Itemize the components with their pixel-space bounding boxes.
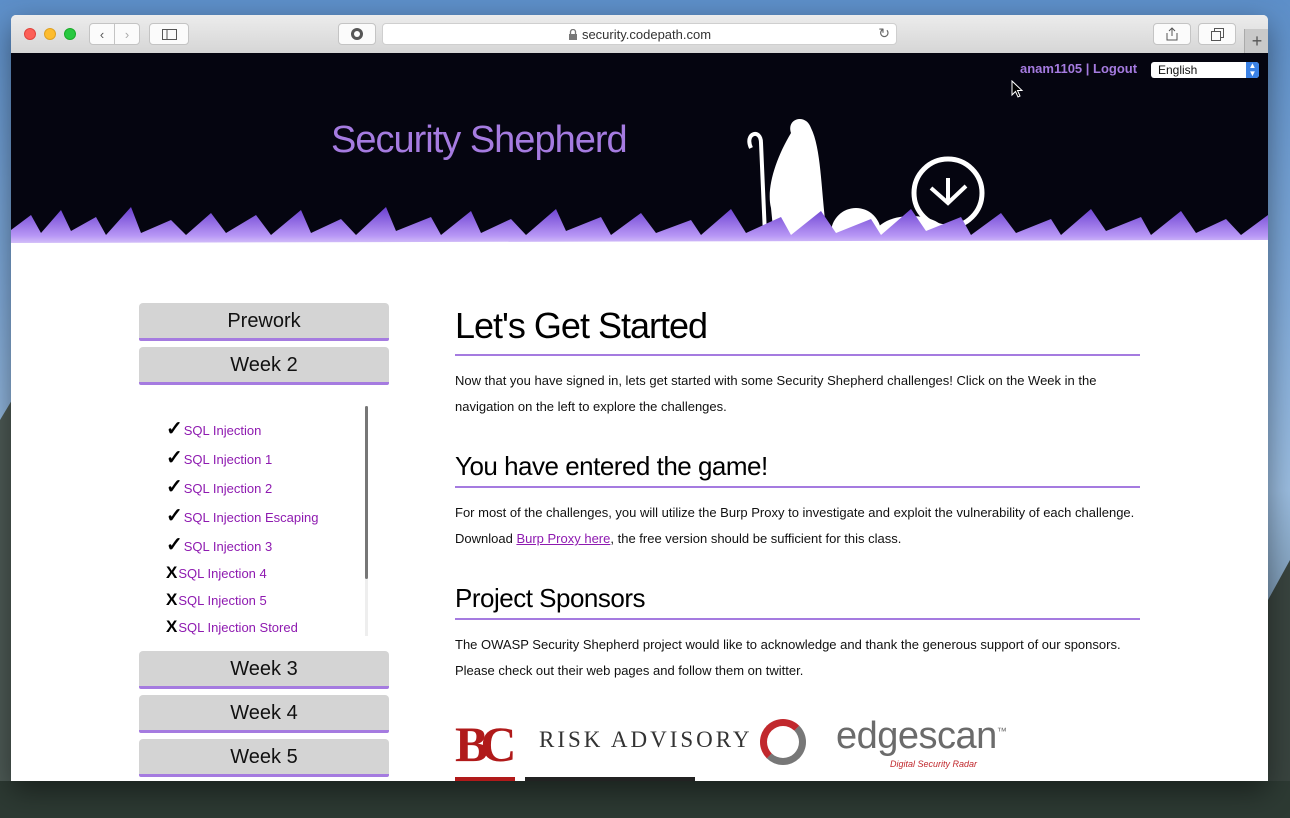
chevron-right-icon: › (124, 26, 130, 42)
sponsors-heading: Project Sponsors (455, 583, 645, 613)
challenge-label: SQL Injection 1 (183, 452, 273, 467)
sidebar-icon (161, 28, 177, 40)
logout-link[interactable]: Logout (1093, 61, 1137, 76)
challenge-link[interactable]: ✓SQL Injection 1 (166, 445, 272, 470)
url-text: security.codepath.com (581, 26, 712, 42)
nav-week3-button[interactable]: Week 3 (139, 651, 389, 689)
user-links: anam1105 | Logout (1020, 61, 1137, 76)
burp-proxy-link[interactable]: Burp Proxy here (516, 531, 610, 546)
page-title: Let's Get Started (455, 305, 708, 346)
challenge-label: SQL Injection 3 (183, 539, 273, 554)
close-window-button[interactable] (24, 28, 36, 40)
sponsors-divider (455, 618, 1140, 620)
nav-week4-button[interactable]: Week 4 (139, 695, 389, 733)
risk-advisory-logo[interactable]: RISK ADVISORY (539, 727, 752, 753)
user-links-separator: | (1082, 61, 1094, 76)
zoom-window-button[interactable] (64, 28, 76, 40)
challenge-label: SQL Injection 2 (183, 481, 273, 496)
share-icon (1166, 27, 1178, 41)
week2-challenge-list: ✓SQL Injection ✓SQL Injection 1 ✓SQL Injec… (166, 405, 366, 637)
nav-week5-button[interactable]: Week 5 (139, 739, 389, 777)
edgescan-trademark: ™ (996, 726, 1007, 738)
forward-button[interactable]: › (114, 23, 140, 45)
tabs-overview-button[interactable] (1198, 23, 1236, 45)
partial-sponsor-logo[interactable] (455, 777, 695, 781)
challenge-label: SQL Injection 4 (178, 566, 267, 581)
challenge-link[interactable]: ✓SQL Injection 3 (166, 532, 272, 557)
checkmark-icon: ✓ (166, 505, 183, 527)
title-divider (455, 354, 1140, 356)
challenge-label: SQL Injection Escaping (183, 510, 319, 525)
new-tab-button[interactable]: + (1244, 29, 1268, 53)
site-title: Security Shepherd (331, 119, 628, 161)
browser-toolbar: ‹ › security.codepath.com ↻ + (11, 15, 1268, 54)
game-divider (455, 486, 1140, 488)
edgescan-name: edgescan (836, 715, 997, 757)
challenge-link[interactable]: ✓SQL Injection 2 (166, 474, 272, 499)
sponsors-paragraph: The OWASP Security Shepherd project woul… (455, 637, 1121, 678)
lock-icon (568, 28, 577, 40)
tabs-icon (1210, 27, 1224, 41)
edgescan-tagline: Digital Security Radar (890, 759, 978, 769)
address-bar[interactable]: security.codepath.com ↻ (382, 23, 897, 45)
browser-window: ‹ › security.codepath.com ↻ + Security S… (11, 15, 1268, 781)
challenge-link[interactable]: ✓SQL Injection Escaping (166, 503, 318, 528)
challenge-link[interactable]: XSQL Injection 5 (166, 590, 267, 610)
challenge-link[interactable]: ✓SQL Injection (166, 416, 261, 441)
shield-icon (351, 28, 363, 40)
chevron-left-icon: ‹ (99, 26, 105, 42)
challenge-label: SQL Injection Stored (178, 620, 298, 635)
plus-icon: + (1251, 30, 1263, 51)
game-paragraph: For most of the challenges, you will uti… (455, 500, 1145, 552)
edgescan-ring-icon (760, 719, 806, 765)
grass-decoration (11, 207, 1268, 255)
challenge-link[interactable]: XSQL Injection Stored (166, 617, 298, 637)
nav-week2-button[interactable]: Week 2 (139, 347, 389, 385)
back-button[interactable]: ‹ (89, 23, 115, 45)
checkmark-icon: ✓ (166, 447, 183, 469)
sidebar-toggle-button[interactable] (149, 23, 189, 45)
challenge-link[interactable]: XSQL Injection 4 (166, 563, 267, 583)
username-link[interactable]: anam1105 (1020, 61, 1082, 76)
nav-prework-button[interactable]: Prework (139, 303, 389, 341)
language-select[interactable]: English ▲ ▼ (1151, 62, 1259, 78)
game-heading: You have entered the game! (455, 451, 768, 481)
language-select-value: English (1158, 63, 1198, 77)
checkmark-icon: ✓ (166, 534, 183, 556)
x-mark-icon: X (166, 590, 178, 609)
share-button[interactable] (1153, 23, 1191, 45)
edgescan-wordmark: edgescan™ (836, 715, 1007, 758)
select-arrows-icon: ▲ ▼ (1246, 62, 1259, 78)
intro-paragraph: Now that you have signed in, lets get st… (455, 373, 1097, 414)
privacy-shield-button[interactable] (338, 23, 376, 45)
edgescan-logo[interactable]: edgescan™ Digital Security Radar (760, 715, 1007, 773)
minimize-window-button[interactable] (44, 28, 56, 40)
checkmark-icon: ✓ (166, 418, 183, 440)
x-mark-icon: X (166, 617, 178, 636)
game-text-after: , the free version should be sufficient … (610, 531, 902, 546)
reload-icon[interactable]: ↻ (878, 25, 890, 42)
x-mark-icon: X (166, 563, 178, 582)
bc-sponsor-logo[interactable]: BC (455, 715, 517, 773)
site-header: Security Shepherd anam1105 | Logout Engl… (11, 53, 1268, 255)
checkmark-icon: ✓ (166, 476, 183, 498)
mouse-cursor-icon (1011, 80, 1024, 98)
challenge-label: SQL Injection (183, 423, 262, 438)
challenge-label: SQL Injection 5 (178, 593, 267, 608)
